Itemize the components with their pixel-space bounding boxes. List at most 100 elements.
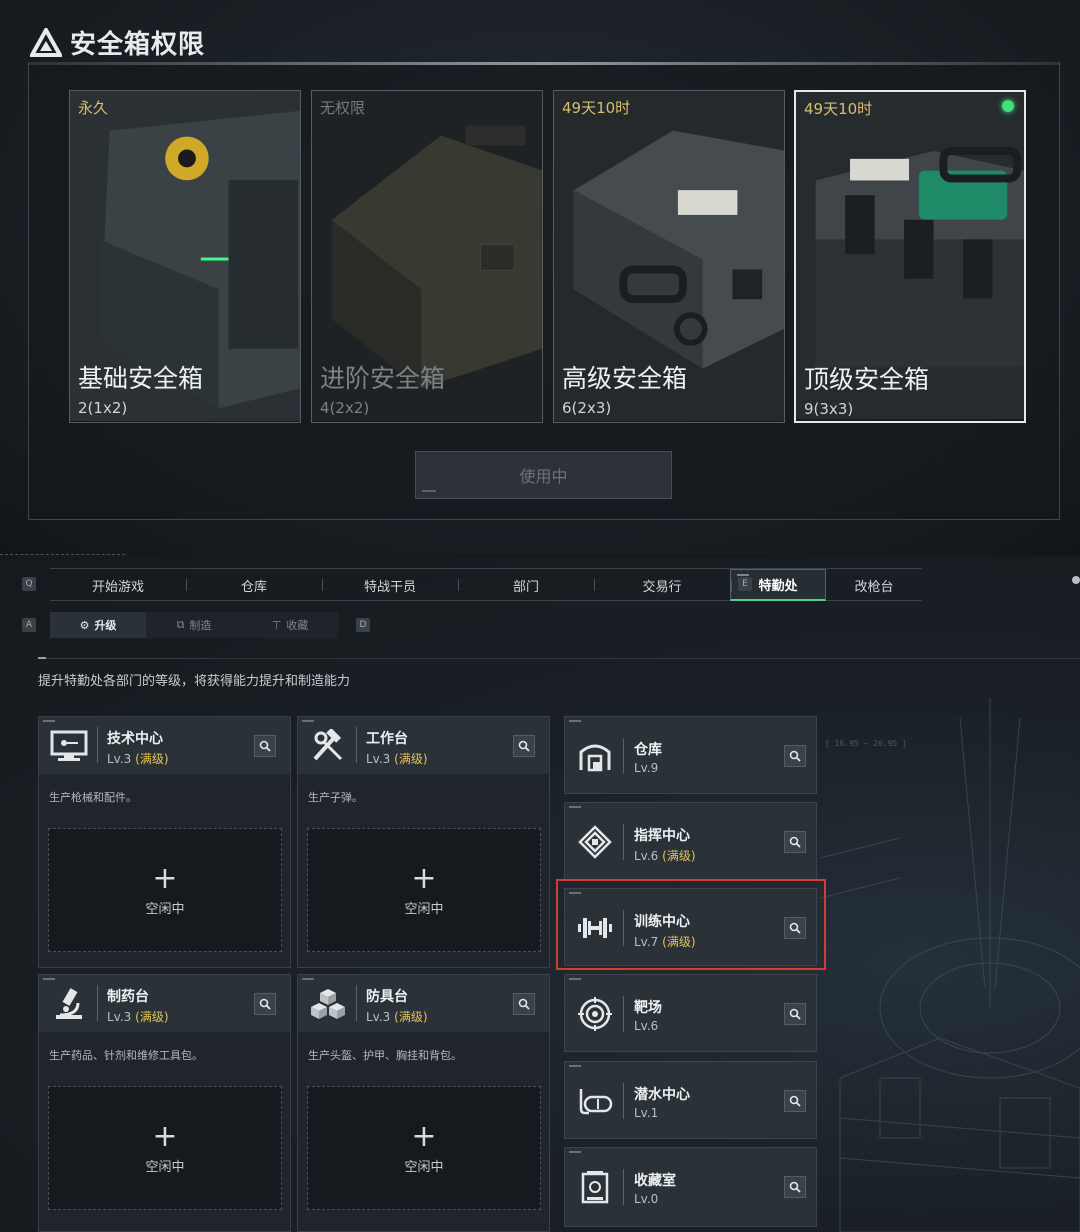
tab-warehouse[interactable]: 仓库: [186, 569, 322, 601]
safebox-card-top[interactable]: 49天10时 顶级安全箱 9(3x3): [794, 90, 1026, 423]
header-separator: [97, 727, 98, 763]
page-title: 安全箱权限: [70, 30, 206, 60]
search-button[interactable]: [784, 831, 806, 853]
dept-description: 生产药品、针剂和维修工具包。: [49, 1049, 203, 1062]
dept-card-armor-bench[interactable]: 防具台 Lv.3 (满级) 生产头盔、护甲、胸挂和背包。 + 空闲中: [297, 974, 550, 1232]
tab-gunsmith[interactable]: 改枪台: [826, 569, 922, 601]
magnifier-icon: [789, 1181, 801, 1193]
magnifier-icon: [789, 1008, 801, 1020]
search-button[interactable]: [513, 993, 535, 1015]
header-separator: [97, 985, 98, 1021]
tab-operators[interactable]: 特战干员: [322, 569, 458, 601]
dept-card-workbench[interactable]: 工作台 Lv.3 (满级) 生产子弹。 + 空闲中: [297, 716, 550, 968]
dept-level: Lv.3 (满级): [107, 752, 169, 766]
key-hint-next-subtab: D: [356, 618, 370, 632]
dept-name: 仓库: [634, 742, 662, 758]
magnifier-icon: [259, 740, 271, 752]
craft-icon: ⧉: [176, 618, 185, 631]
plus-icon: +: [152, 1118, 178, 1154]
search-button[interactable]: [784, 1003, 806, 1025]
case-duration: 49天10时: [562, 99, 631, 117]
header-separator: [623, 824, 624, 860]
sub-tabs: ⚙ 升级 ⧉ 制造 ⊤ 收藏: [50, 612, 338, 638]
case-capacity: 6(2x3): [562, 399, 612, 417]
dept-name: 靶场: [634, 1000, 662, 1016]
side-dept-diving-center[interactable]: 潜水中心 Lv.1: [564, 1061, 817, 1139]
plus-icon: +: [411, 860, 437, 896]
dept-level: Lv.3 (满级): [107, 1010, 169, 1024]
scroll-indicator: [1072, 576, 1080, 584]
slot-status: 空闲中: [145, 1159, 185, 1175]
search-button[interactable]: [784, 1176, 806, 1198]
dept-name: 潜水中心: [634, 1087, 690, 1103]
safebox-panel: 安全箱权限 永久 基础安全箱 2(1x2) 无权限 进阶安全箱 4(2x2) 4…: [0, 0, 1080, 555]
production-slot[interactable]: + 空闲中: [307, 1086, 541, 1210]
dept-level: Lv.1: [634, 1106, 659, 1120]
armor-boxes-icon: [306, 985, 350, 1023]
search-button[interactable]: [254, 735, 276, 757]
slot-status: 空闲中: [404, 901, 444, 917]
case-duration: 49天10时: [804, 100, 873, 118]
collection-room-icon: [575, 1168, 615, 1206]
case-duration: 永久: [78, 99, 109, 117]
production-slot[interactable]: + 空闲中: [48, 1086, 282, 1210]
facility-background-art: [ 16.95 ~ 26.95 ]: [820, 698, 1080, 1232]
computer-icon: [47, 727, 91, 765]
magnifier-icon: [518, 998, 530, 1010]
safebox-card-basic[interactable]: 永久 基础安全箱 2(1x2): [69, 90, 301, 423]
key-hint-prev-tab: Q: [22, 577, 36, 591]
production-slot[interactable]: + 空闲中: [48, 828, 282, 952]
in-use-button[interactable]: 使用中: [415, 451, 672, 499]
subtab-craft[interactable]: ⧉ 制造: [146, 612, 242, 638]
side-dept-warehouse[interactable]: 仓库 Lv.9: [564, 716, 817, 794]
diving-mask-icon: [575, 1082, 615, 1120]
case-capacity: 2(1x2): [78, 399, 128, 417]
header-separator: [623, 738, 624, 774]
slot-status: 空闲中: [404, 1159, 444, 1175]
svg-text:[ 16.95 ~ 26.95 ]: [ 16.95 ~ 26.95 ]: [825, 739, 907, 748]
subtab-label: 制造: [189, 619, 212, 632]
main-tabs: 开始游戏 仓库 特战干员 部门 交易行 特勤处 改枪台: [50, 568, 922, 601]
tab-start-game[interactable]: 开始游戏: [50, 569, 186, 601]
dept-name: 工作台: [366, 731, 408, 747]
case-capacity: 9(3x3): [804, 400, 854, 418]
section-divider: [0, 554, 125, 555]
warehouse-icon: [575, 737, 615, 775]
header-separator: [623, 996, 624, 1032]
subtab-collection[interactable]: ⊤ 收藏: [242, 612, 338, 638]
plus-icon: +: [152, 860, 178, 896]
key-hint-prev-subtab: A: [22, 618, 36, 632]
dept-level: Lv.9: [634, 761, 659, 775]
search-button[interactable]: [784, 1090, 806, 1112]
case-name: 进阶安全箱: [320, 364, 446, 393]
dept-card-pharmacy[interactable]: 制药台 Lv.3 (满级) 生产药品、针剂和维修工具包。 + 空闲中: [38, 974, 291, 1232]
search-button[interactable]: [513, 735, 535, 757]
panel-header: 安全箱权限: [30, 24, 205, 61]
subtab-upgrade[interactable]: ⚙ 升级: [50, 612, 146, 638]
safebox-card-advanced[interactable]: 无权限 进阶安全箱 4(2x2): [311, 90, 543, 423]
side-dept-shooting-range[interactable]: 靶场 Lv.6: [564, 974, 817, 1052]
tab-department[interactable]: 部门: [458, 569, 594, 601]
microscope-icon: [47, 985, 91, 1023]
search-button[interactable]: [254, 993, 276, 1015]
dept-name: 指挥中心: [634, 828, 690, 844]
side-dept-collection-room[interactable]: 收藏室 Lv.0: [564, 1147, 817, 1227]
safebox-card-premium[interactable]: 49天10时 高级安全箱 6(2x3): [553, 90, 785, 423]
dept-card-tech-center[interactable]: 技术中心 Lv.3 (满级) 生产枪械和配件。 + 空闲中: [38, 716, 291, 968]
target-icon: [575, 995, 615, 1033]
case-duration: 无权限: [320, 99, 366, 117]
production-slot[interactable]: + 空闲中: [307, 828, 541, 952]
command-icon: [575, 823, 615, 861]
content-divider: [38, 657, 1080, 659]
section-description: 提升特勤处各部门的等级，将获得能力提升和制造能力: [38, 674, 351, 689]
case-name: 顶级安全箱: [804, 365, 930, 394]
side-dept-command-center[interactable]: 指挥中心 Lv.6 (满级): [564, 802, 817, 880]
dept-name: 制药台: [107, 989, 149, 1005]
magnifier-icon: [259, 998, 271, 1010]
tab-trading[interactable]: 交易行: [594, 569, 730, 601]
training-center-highlight: [556, 879, 826, 970]
collection-icon: ⊤: [271, 618, 282, 632]
search-button[interactable]: [784, 745, 806, 767]
dept-level: Lv.3 (满级): [366, 1010, 428, 1024]
dept-level: Lv.3 (满级): [366, 752, 428, 766]
